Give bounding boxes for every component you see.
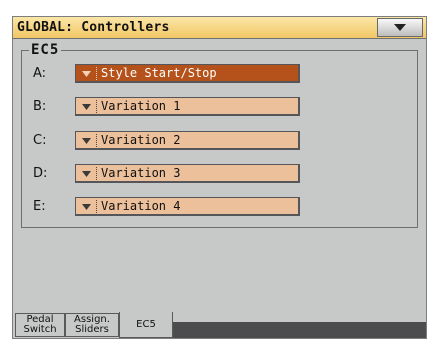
controllers-page: GLOBAL: Controllers EC5 A: Style Start/S…: [12, 16, 427, 339]
tab-bar: Pedal Switch Assign. Sliders EC5: [13, 312, 426, 338]
dropdown-arrow-icon: [79, 167, 93, 180]
select-divider: [96, 100, 97, 113]
dropdown-arrow-icon: [79, 67, 93, 80]
dropdown-arrow-icon: [79, 100, 93, 113]
row-a-label: A:: [33, 66, 47, 81]
tab-pedal-switch[interactable]: Pedal Switch: [15, 313, 65, 337]
tab-strip-filler: [173, 322, 426, 338]
row-c-label: C:: [33, 133, 47, 148]
row-b-value: Variation 1: [101, 99, 181, 113]
page-menu-button[interactable]: [377, 18, 423, 37]
screen: GLOBAL: Controllers EC5 A: Style Start/S…: [0, 0, 439, 343]
select-divider: [96, 67, 97, 80]
group-legend: EC5: [29, 42, 62, 58]
tab-label-line2: Switch: [23, 324, 57, 335]
row-e-value: Variation 4: [101, 199, 181, 213]
row-c-select[interactable]: Variation 2: [75, 131, 300, 150]
row-d-select[interactable]: Variation 3: [75, 164, 300, 183]
title-bar: GLOBAL: Controllers: [13, 17, 426, 39]
page-title: GLOBAL: Controllers: [17, 20, 170, 35]
row-d-label: D:: [33, 166, 48, 181]
tab-ec5[interactable]: EC5: [119, 312, 173, 338]
select-divider: [96, 134, 97, 147]
row-c-value: Variation 2: [101, 133, 181, 147]
select-divider: [96, 200, 97, 213]
dropdown-arrow-icon: [79, 134, 93, 147]
row-b-label: B:: [33, 99, 47, 114]
dropdown-arrow-icon: [79, 200, 93, 213]
row-d-value: Variation 3: [101, 166, 181, 180]
row-a-value: Style Start/Stop: [101, 66, 217, 80]
row-e-label: E:: [33, 199, 46, 214]
tab-label: EC5: [136, 318, 156, 330]
row-a-select[interactable]: Style Start/Stop: [75, 64, 300, 83]
triangle-down-icon: [394, 24, 406, 31]
tab-label-line2: Sliders: [75, 324, 109, 335]
row-b-select[interactable]: Variation 1: [75, 97, 300, 116]
select-divider: [96, 167, 97, 180]
row-e-select[interactable]: Variation 4: [75, 197, 300, 216]
tab-assign-sliders[interactable]: Assign. Sliders: [65, 313, 119, 337]
